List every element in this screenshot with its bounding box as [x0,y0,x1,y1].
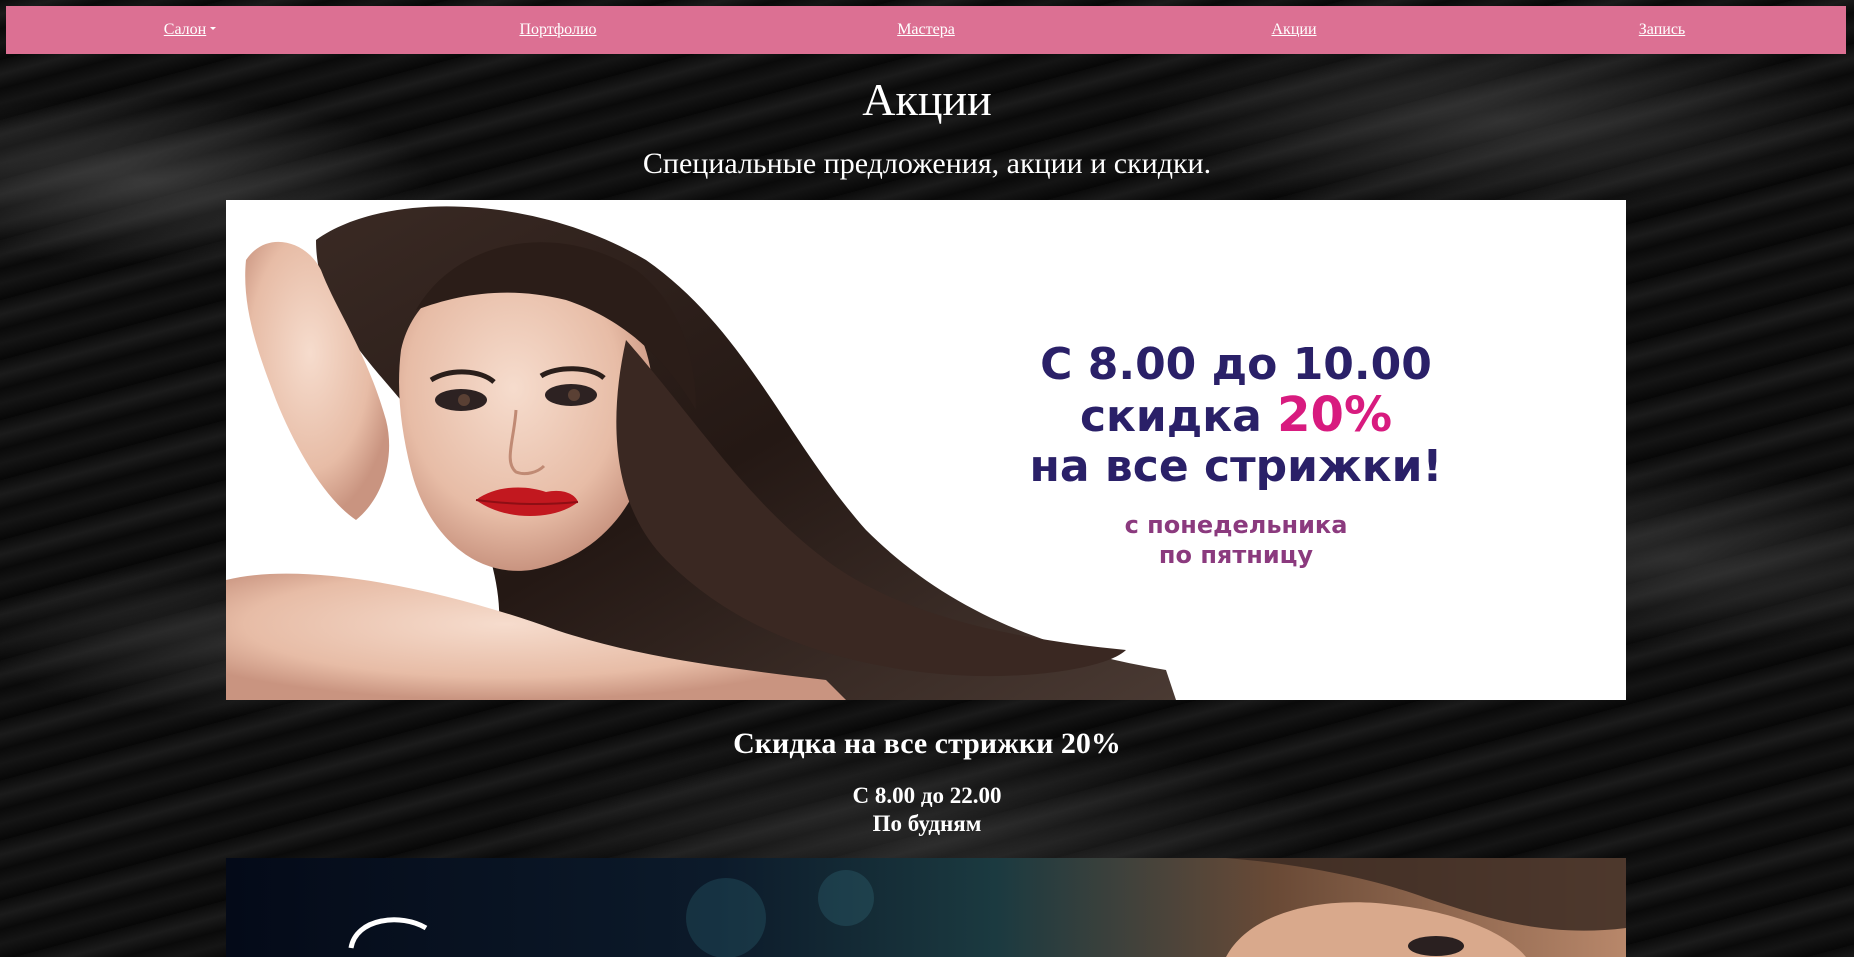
promo-days: По будням [872,811,982,836]
promo-title: Скидка на все стрижки 20% [733,727,1121,760]
caret-down-icon [210,26,217,30]
top-navbar: Салон Портфолио Мастера Акции Запись [6,6,1846,54]
banner-discount: скидка 20% [956,390,1516,442]
promo-banner-image: С 8.00 до 10.00 скидка 20% на все стрижк… [226,200,1626,700]
nav-item-masters[interactable]: Мастера [742,21,1110,39]
banner-hours: С 8.00 до 10.00 [1040,339,1432,390]
page-title: Акции [862,74,992,125]
nav-item-promotions[interactable]: Акции [1110,21,1478,39]
banner-from-monday: с понедельника [1124,511,1348,539]
banner-to-friday: по пятницу [1158,541,1314,569]
nav-item-booking[interactable]: Запись [1478,21,1846,39]
nav-item-salon-label: Салон [163,21,207,38]
promo-hours: С 8.00 до 22.00 [852,783,1002,808]
second-banner-artwork [348,858,1626,957]
banner-discount-percent: 20% [1277,387,1393,443]
banner-offer-text: С 8.00 до 10.00 скидка 20% на все стрижк… [956,340,1516,570]
nav-item-portfolio[interactable]: Портфолио [374,21,742,39]
second-promo-banner-image [226,858,1626,957]
page-subtitle: Специальные предложения, акции и скидки. [642,147,1212,180]
nav-item-salon[interactable]: Салон [6,21,374,39]
banner-discount-prefix: скидка [1079,391,1278,442]
banner-all-haircuts: на все стрижки! [1029,441,1443,492]
